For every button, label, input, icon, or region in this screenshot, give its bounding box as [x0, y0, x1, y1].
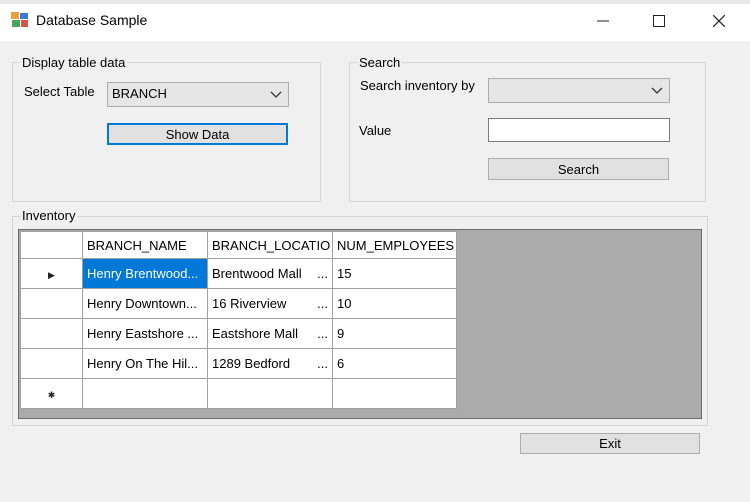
- new-row[interactable]: ✱: [20, 378, 457, 409]
- select-table-value: BRANCH: [112, 86, 167, 101]
- display-table-group-label: Display table data: [20, 55, 128, 70]
- chevron-down-icon: [270, 91, 282, 98]
- current-row-arrow-icon: ▶: [48, 270, 55, 280]
- maximize-icon: [653, 15, 665, 27]
- row-header[interactable]: ▶: [20, 258, 83, 289]
- table-row[interactable]: ▶ Henry Brentwood... Brentwood Mall... 1…: [20, 258, 457, 289]
- cell-ellipsis-button[interactable]: ...: [317, 356, 328, 371]
- title-bar: Database Sample: [0, 0, 750, 41]
- row-header[interactable]: [20, 288, 83, 319]
- cell-branch-location[interactable]: Brentwood Mall...: [207, 258, 333, 289]
- row-header[interactable]: [20, 348, 83, 379]
- cell-location-text: Brentwood Mall: [212, 266, 302, 281]
- app-icon: [11, 12, 28, 27]
- show-data-button[interactable]: Show Data: [107, 123, 288, 145]
- cell-num-employees[interactable]: 10: [332, 288, 457, 319]
- maximize-button[interactable]: [642, 9, 676, 33]
- new-cell-branch-location[interactable]: [207, 378, 333, 409]
- select-table-dropdown[interactable]: BRANCH: [107, 82, 289, 107]
- new-cell-num-employees[interactable]: [332, 378, 457, 409]
- column-header-branch-name[interactable]: BRANCH_NAME: [82, 231, 208, 259]
- inventory-group-label: Inventory: [20, 208, 78, 223]
- cell-branch-name[interactable]: Henry Downtown...: [82, 288, 208, 319]
- cell-branch-location[interactable]: 16 Riverview...: [207, 288, 333, 319]
- new-cell-branch-name[interactable]: [82, 378, 208, 409]
- exit-button[interactable]: Exit: [520, 433, 700, 454]
- minimize-button[interactable]: [586, 9, 620, 33]
- cell-ellipsis-button[interactable]: ...: [317, 326, 328, 341]
- inventory-data-grid[interactable]: BRANCH_NAME BRANCH_LOCATIO NUM_EMPLOYEES…: [18, 229, 702, 419]
- cell-location-text: Eastshore Mall: [212, 326, 298, 341]
- cell-branch-name[interactable]: Henry Eastshore ...: [82, 318, 208, 349]
- cell-num-employees[interactable]: 6: [332, 348, 457, 379]
- search-group-label: Search: [357, 55, 403, 70]
- table-header-row: BRANCH_NAME BRANCH_LOCATIO NUM_EMPLOYEES: [20, 231, 457, 259]
- cell-branch-name[interactable]: Henry On The Hil...: [82, 348, 208, 379]
- row-header[interactable]: [20, 318, 83, 349]
- close-icon: [713, 15, 725, 27]
- cell-branch-location[interactable]: Eastshore Mall...: [207, 318, 333, 349]
- background-window-strip: [0, 0, 750, 4]
- cell-location-text: 1289 Bedford: [212, 356, 291, 371]
- search-button[interactable]: Search: [488, 158, 669, 180]
- select-table-label: Select Table: [24, 84, 95, 99]
- row-header-corner: [20, 231, 83, 259]
- cell-branch-location[interactable]: 1289 Bedford...: [207, 348, 333, 379]
- search-by-label: Search inventory by: [360, 78, 475, 93]
- cell-branch-name[interactable]: Henry Brentwood...: [82, 258, 208, 289]
- close-button[interactable]: [702, 9, 736, 33]
- cell-num-employees[interactable]: 9: [332, 318, 457, 349]
- row-header[interactable]: ✱: [20, 378, 83, 409]
- cell-ellipsis-button[interactable]: ...: [317, 296, 328, 311]
- new-row-asterisk-icon: ✱: [47, 390, 56, 400]
- chevron-down-icon: [651, 87, 663, 94]
- inventory-table: BRANCH_NAME BRANCH_LOCATIO NUM_EMPLOYEES…: [20, 231, 457, 409]
- value-input[interactable]: [488, 118, 670, 142]
- cell-location-text: 16 Riverview: [212, 296, 287, 311]
- table-row[interactable]: Henry On The Hil... 1289 Bedford... 6: [20, 348, 457, 379]
- column-header-num-employees[interactable]: NUM_EMPLOYEES: [332, 231, 457, 259]
- minimize-icon: [597, 20, 609, 22]
- cell-num-employees[interactable]: 15: [332, 258, 457, 289]
- window-title: Database Sample: [36, 12, 148, 28]
- column-header-branch-location[interactable]: BRANCH_LOCATIO: [207, 231, 333, 259]
- search-by-dropdown[interactable]: [488, 78, 670, 103]
- cell-ellipsis-button[interactable]: ...: [317, 266, 328, 281]
- value-label: Value: [359, 123, 392, 138]
- table-row[interactable]: Henry Downtown... 16 Riverview... 10: [20, 288, 457, 319]
- table-row[interactable]: Henry Eastshore ... Eastshore Mall... 9: [20, 318, 457, 349]
